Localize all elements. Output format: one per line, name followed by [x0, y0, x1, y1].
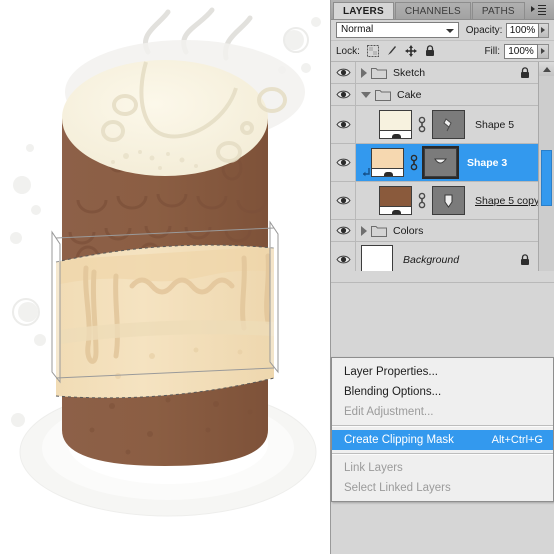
layer-lock-badge-background — [519, 253, 537, 266]
opacity-label: Opacity: — [465, 24, 503, 36]
panel-menu-icon[interactable] — [531, 3, 550, 16]
menu-separator — [332, 425, 553, 427]
fill-input[interactable]: 100% — [504, 43, 538, 59]
layer-list[interactable]: Sketch Cake Shape 5 Shape 3 Shape 5 copy… — [331, 62, 554, 271]
eye-icon — [335, 226, 351, 235]
tab-layers[interactable]: LAYERS — [333, 2, 394, 19]
layer-name-sketch: Sketch — [393, 66, 426, 79]
layer-name-shape-5: Shape 5 — [475, 118, 515, 131]
thumbnail-fill — [372, 149, 403, 169]
visibility-toggle-background[interactable] — [331, 242, 356, 271]
pen-path-icon — [443, 118, 452, 132]
layer-name-cake: Cake — [397, 88, 422, 101]
clipping-mask-indicator-icon — [361, 148, 371, 177]
layer-row-shape-5[interactable]: Shape 5 — [331, 106, 554, 144]
blend-mode-value: Normal — [341, 24, 374, 35]
menu-item-select-linked-layers: Select Linked Layers — [344, 482, 451, 494]
layer-name-background: Background — [403, 253, 460, 266]
lock-all-icon[interactable] — [424, 45, 436, 57]
layer-name-shape-5-copy: Shape 5 copy — [475, 194, 540, 207]
thumbnail-fill — [380, 111, 411, 131]
chevron-down-icon — [445, 29, 454, 33]
layer-row-shape-3[interactable]: Shape 3 — [331, 144, 554, 182]
layer-row-sketch[interactable]: Sketch — [331, 62, 554, 84]
visibility-toggle-sketch[interactable] — [331, 62, 356, 83]
visibility-toggle-colors[interactable] — [331, 220, 356, 241]
visibility-toggle-shape-3[interactable] — [331, 144, 356, 181]
eye-icon — [335, 158, 351, 167]
opacity-input[interactable]: 100% — [506, 22, 539, 38]
folder-icon — [371, 226, 387, 237]
lock-position-icon[interactable] — [404, 45, 417, 57]
lock-label: Lock: — [336, 45, 360, 57]
layer-thumbnail-shape-5-copy[interactable] — [379, 186, 412, 215]
layer-thumbnail-shape-5[interactable] — [379, 110, 412, 139]
visibility-toggle-shape-5-copy[interactable] — [331, 182, 356, 219]
layer-row-background[interactable]: Background — [331, 242, 554, 271]
thumbnail-fill — [380, 187, 411, 207]
disclosure-triangle-cake[interactable] — [361, 91, 371, 98]
scrollbar-track[interactable] — [539, 76, 554, 271]
vector-mask-thumbnail-shape-3[interactable] — [422, 146, 459, 179]
eye-icon — [335, 90, 351, 99]
visibility-toggle-cake[interactable] — [331, 84, 356, 105]
fill-stepper[interactable] — [538, 43, 549, 59]
vector-mask-thumbnail-shape-5[interactable] — [432, 110, 465, 139]
folder-icon — [375, 90, 391, 101]
layer-lock-badge-sketch — [519, 66, 537, 79]
lock-transparency-icon[interactable] — [366, 45, 379, 57]
lock-row: Lock: Fill: 100% — [331, 41, 554, 62]
layer-thumbnail-background[interactable] — [361, 245, 393, 271]
eye-icon — [335, 255, 351, 264]
link-icon[interactable] — [409, 153, 419, 173]
lock-icon — [521, 253, 529, 265]
fill-label: Fill: — [484, 45, 500, 57]
document-canvas[interactable] — [0, 0, 330, 554]
menu-item-create-clipping-mask[interactable]: Create Clipping Mask Alt+Ctrl+G — [332, 430, 553, 450]
artwork-coffee-cake — [0, 0, 330, 554]
disclosure-triangle-sketch[interactable] — [361, 67, 367, 78]
eye-icon — [335, 196, 351, 205]
link-icon[interactable] — [417, 191, 427, 211]
tab-channels[interactable]: CHANNELS — [394, 2, 471, 19]
layer-name-shape-3: Shape 3 — [467, 156, 508, 169]
layer-row-colors[interactable]: Colors — [331, 220, 554, 242]
link-icon[interactable] — [417, 115, 427, 135]
disclosure-triangle-colors[interactable] — [361, 225, 367, 236]
layer-row-cake[interactable]: Cake — [331, 84, 554, 106]
folder-icon — [371, 68, 387, 79]
caramel-band — [55, 244, 275, 399]
vector-mask-thumbnail-shape-5-copy[interactable] — [432, 186, 465, 215]
opacity-stepper[interactable] — [538, 22, 549, 38]
layer-list-scrollbar[interactable] — [538, 62, 554, 271]
pen-path-icon — [434, 158, 448, 164]
blend-mode-row: Normal Opacity: 100% — [331, 20, 554, 41]
layer-row-shape-5-copy[interactable]: Shape 5 copy — [331, 182, 554, 220]
menu-shortcut-create-clipping-mask: Alt+Ctrl+G — [491, 434, 543, 446]
eye-icon — [335, 120, 351, 129]
lock-image-pixels-icon[interactable] — [386, 45, 398, 57]
scroll-up-arrow-icon[interactable] — [539, 62, 554, 77]
scrollbar-thumb[interactable] — [541, 150, 552, 206]
blend-mode-select[interactable]: Normal — [336, 22, 459, 38]
visibility-toggle-shape-5[interactable] — [331, 106, 356, 143]
eye-icon — [335, 68, 351, 77]
tab-paths[interactable]: PATHS — [471, 2, 525, 19]
menu-item-edit-adjustment: Edit Adjustment... — [344, 406, 434, 418]
menu-item-layer-properties[interactable]: Layer Properties... — [332, 362, 553, 382]
pen-path-icon — [444, 194, 453, 208]
menu-item-blending-options[interactable]: Blending Options... — [332, 382, 553, 402]
layer-name-colors: Colors — [393, 224, 424, 237]
layer-context-menu[interactable]: Layer Properties... Blending Options... … — [331, 357, 554, 502]
menu-item-link-layers: Link Layers — [344, 462, 403, 474]
panel-tab-strip: LAYERS CHANNELS PATHS — [331, 0, 554, 20]
layer-thumbnail-shape-3[interactable] — [371, 148, 404, 177]
menu-separator — [332, 453, 553, 455]
lock-icon — [521, 66, 529, 78]
